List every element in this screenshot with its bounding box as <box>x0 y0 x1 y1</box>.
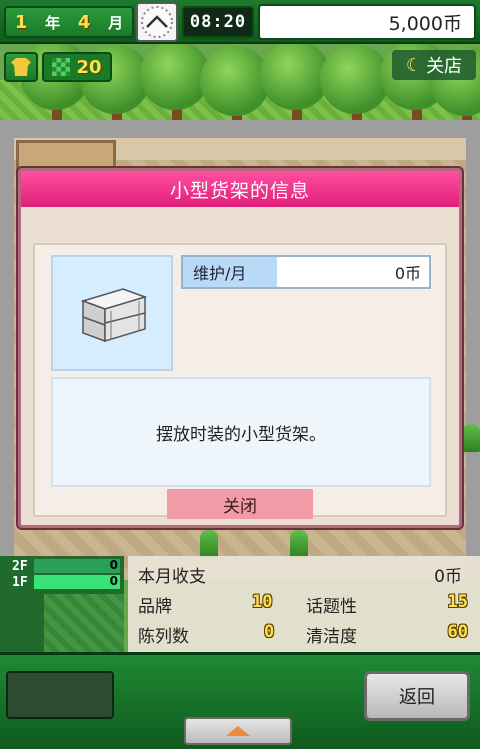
maintenance-label: 维护/月 <box>183 257 277 287</box>
top-hud: 1 年 4 月 08:20 5,000币 <box>0 0 480 44</box>
maintenance-row: 维护/月 0币 <box>181 255 431 289</box>
back-button[interactable]: 返回 <box>364 671 470 721</box>
year-unit: 年 <box>45 13 61 32</box>
stock-counter[interactable]: 20 <box>42 52 112 82</box>
shelf-icon <box>81 288 147 343</box>
item-description: 摆放时装的小型货架。 <box>51 377 431 487</box>
topic-label: 话题性 <box>306 597 357 617</box>
moon-icon: ☾ <box>405 54 423 76</box>
item-image <box>51 255 173 371</box>
dialog-title: 小型货架的信息 <box>21 171 459 207</box>
year-number: 1 <box>14 11 28 33</box>
floor-1f[interactable]: 1F 0 <box>0 574 124 590</box>
display-value: 0 <box>264 622 275 642</box>
floor-label: 2F <box>12 558 28 574</box>
display-label: 陈列数 <box>138 627 189 647</box>
shirt-icon[interactable] <box>4 52 38 82</box>
close-button[interactable]: 关闭 <box>167 489 313 519</box>
clean-value: 60 <box>447 622 468 642</box>
money-display: 5,000币 <box>258 4 476 40</box>
grid-icon <box>52 58 71 76</box>
floor-minimap[interactable] <box>44 594 124 652</box>
floor-count: 0 <box>109 558 118 572</box>
bottom-bar: 返回 <box>0 652 480 749</box>
date-display: 1 年 4 月 <box>4 6 134 38</box>
brand-label: 品牌 <box>138 597 172 617</box>
floor-label: 1F <box>12 574 28 590</box>
triangle-up-icon <box>226 726 250 736</box>
stock-count: 20 <box>76 56 102 78</box>
floor-2f[interactable]: 2F 0 <box>0 558 124 574</box>
month-number: 4 <box>77 11 91 33</box>
item-info-dialog: 小型货架的信息 维护/月 0币 摆放时装的小型货架。 关闭 <box>18 168 462 528</box>
floor-selector: 2F 0 1F 0 <box>0 556 124 652</box>
close-shop-button[interactable]: ☾ 关店 <box>392 50 476 80</box>
empty-slot <box>6 671 114 719</box>
monthly-income-label: 本月收支 <box>138 567 206 587</box>
brand-value: 10 <box>252 592 273 612</box>
maintenance-value: 0币 <box>394 264 421 283</box>
expand-button[interactable] <box>184 717 292 745</box>
stats-panel: 本月收支 0币 品牌 10 话题性 15 陈列数 0 清洁度 60 <box>128 556 480 652</box>
monthly-income-value: 0币 <box>434 567 462 587</box>
floor-count: 0 <box>109 574 118 588</box>
clean-label: 清洁度 <box>306 627 357 647</box>
close-shop-label: 关店 <box>426 56 463 77</box>
month-unit: 月 <box>108 13 124 32</box>
time-display: 08:20 <box>182 6 254 38</box>
topic-value: 15 <box>447 592 468 612</box>
clock-icon[interactable] <box>136 2 178 42</box>
